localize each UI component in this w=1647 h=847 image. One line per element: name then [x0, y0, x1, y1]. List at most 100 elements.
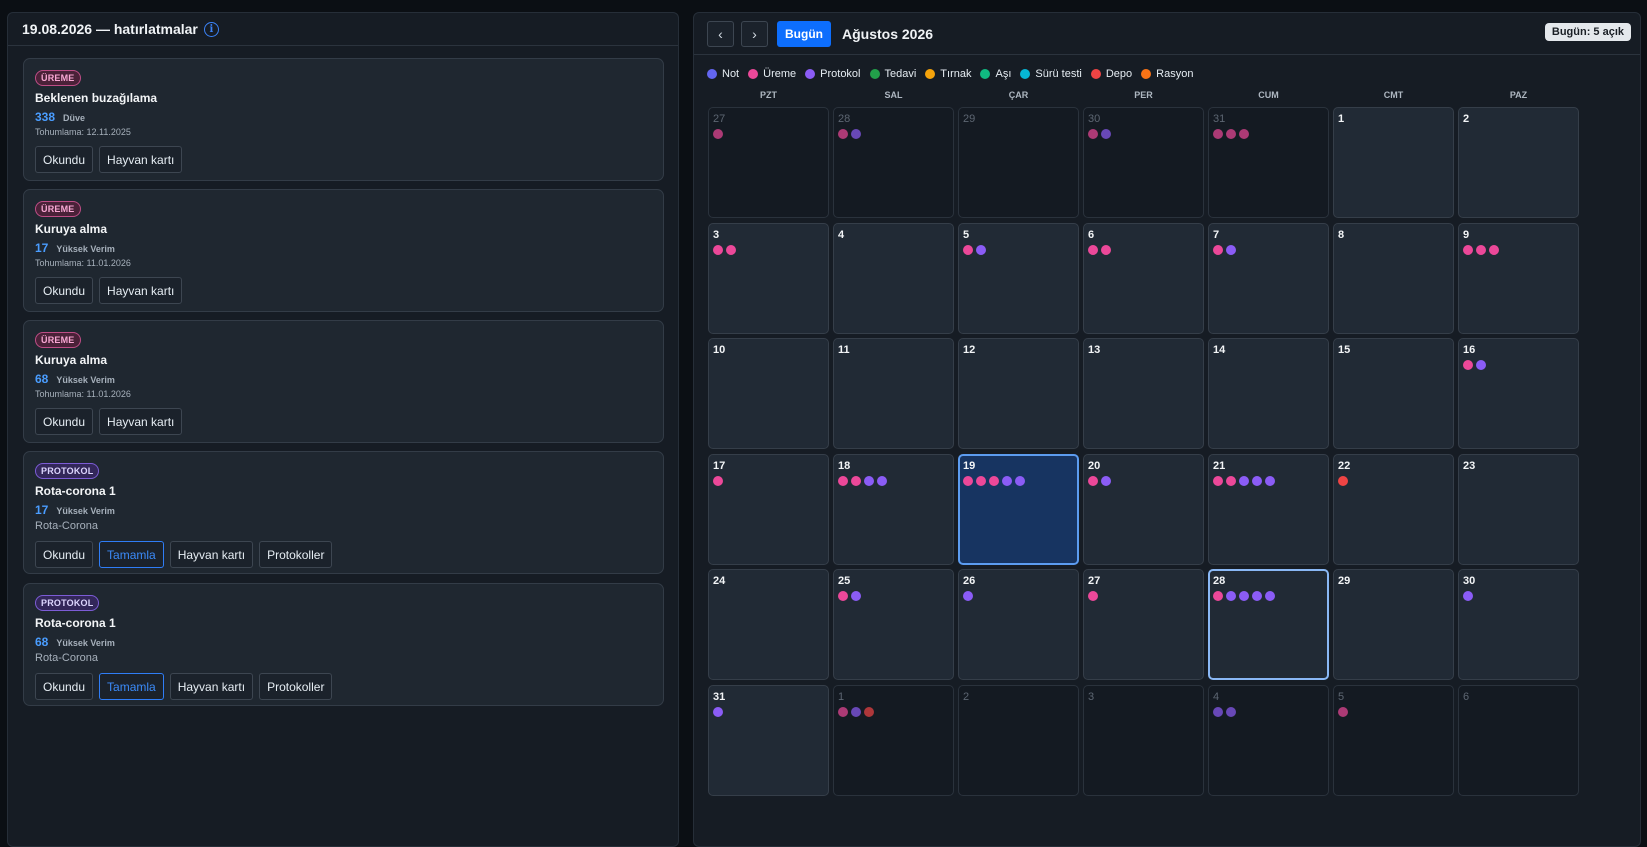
- hayvan-karti-button[interactable]: Hayvan kartı: [169, 541, 254, 568]
- day-cell[interactable]: 31: [1208, 107, 1329, 218]
- day-cell[interactable]: 29: [1333, 569, 1454, 680]
- category-badge: PROTOKOL: [35, 595, 100, 611]
- day-cell[interactable]: 27: [708, 107, 829, 218]
- event-dot-ureme: [963, 245, 973, 255]
- today-button[interactable]: Bugün: [777, 20, 831, 47]
- day-cell[interactable]: 24: [708, 569, 829, 680]
- day-cell[interactable]: 4: [833, 223, 954, 334]
- animal-id-link[interactable]: 17: [35, 241, 48, 255]
- reminder-detail: Tohumlama: 11.01.2026: [35, 258, 131, 268]
- animal-info: 338 Düve: [35, 110, 652, 124]
- day-cell[interactable]: 2: [958, 685, 1079, 796]
- day-cell[interactable]: 23: [1458, 454, 1579, 565]
- event-dot-ureme: [713, 476, 723, 486]
- event-dots: [963, 476, 1074, 486]
- protokoller-button[interactable]: Protokoller: [259, 541, 333, 568]
- chevron-left-icon: ‹: [718, 25, 723, 42]
- day-cell[interactable]: 16: [1458, 338, 1579, 449]
- day-cell-today[interactable]: 19: [958, 454, 1079, 565]
- event-dots: [713, 129, 824, 139]
- day-cell[interactable]: 12: [958, 338, 1079, 449]
- day-number: 16: [1463, 344, 1476, 356]
- day-cell[interactable]: 9: [1458, 223, 1579, 334]
- okundu-button[interactable]: Okundu: [35, 541, 94, 568]
- okundu-button[interactable]: Okundu: [35, 673, 94, 700]
- day-cell[interactable]: 31: [708, 685, 829, 796]
- day-number: 2: [963, 691, 970, 703]
- day-cell[interactable]: 15: [1333, 338, 1454, 449]
- day-number: 6: [1088, 229, 1095, 241]
- day-cell[interactable]: 28: [1208, 569, 1329, 680]
- day-cell[interactable]: 3: [1083, 685, 1204, 796]
- day-cell[interactable]: 10: [708, 338, 829, 449]
- next-month-button[interactable]: ›: [741, 20, 768, 47]
- day-cell[interactable]: 30: [1083, 107, 1204, 218]
- day-number: 3: [713, 229, 720, 241]
- animal-id-link[interactable]: 17: [35, 503, 48, 517]
- day-cell[interactable]: 13: [1083, 338, 1204, 449]
- day-number: 30: [1088, 113, 1101, 125]
- day-cell[interactable]: 6: [1083, 223, 1204, 334]
- event-dot-protokol: [851, 591, 861, 601]
- day-number: 11: [838, 344, 850, 356]
- tamamla-button[interactable]: Tamamla: [99, 673, 164, 700]
- animal-id-link[interactable]: 68: [35, 635, 48, 649]
- animal-group: Yüksek Verim: [56, 506, 115, 516]
- animal-group: Düve: [63, 113, 86, 123]
- hayvan-karti-button[interactable]: Hayvan kartı: [169, 673, 254, 700]
- day-cell[interactable]: 27: [1083, 569, 1204, 680]
- hayvan-karti-button[interactable]: Hayvan kartı: [99, 277, 183, 304]
- day-cell[interactable]: 2: [1458, 107, 1579, 218]
- prev-month-button[interactable]: ‹: [707, 20, 734, 47]
- event-dot-ureme: [1463, 245, 1473, 255]
- category-badge: ÜREME: [35, 70, 81, 86]
- day-cell[interactable]: 3: [708, 223, 829, 334]
- day-cell[interactable]: 11: [833, 338, 954, 449]
- tamamla-button[interactable]: Tamamla: [99, 541, 164, 568]
- day-number: 20: [1088, 460, 1101, 472]
- event-dot-ureme: [963, 476, 973, 486]
- day-cell[interactable]: 26: [958, 569, 1079, 680]
- day-number: 15: [1338, 344, 1351, 356]
- okundu-button[interactable]: Okundu: [35, 146, 94, 173]
- day-cell[interactable]: 18: [833, 454, 954, 565]
- animal-info: 17 Yüksek Verim: [35, 241, 652, 255]
- event-dots: [713, 245, 824, 255]
- day-cell[interactable]: 25: [833, 569, 954, 680]
- day-cell[interactable]: 6: [1458, 685, 1579, 796]
- day-cell[interactable]: 7: [1208, 223, 1329, 334]
- day-cell[interactable]: 21: [1208, 454, 1329, 565]
- day-cell[interactable]: 1: [833, 685, 954, 796]
- event-dot-ureme: [1101, 245, 1111, 255]
- day-number: 31: [1213, 113, 1226, 125]
- hayvan-karti-button[interactable]: Hayvan kartı: [99, 146, 183, 173]
- day-cell[interactable]: 29: [958, 107, 1079, 218]
- info-icon[interactable]: i: [203, 21, 219, 37]
- weekday-label: SAL: [884, 90, 903, 100]
- okundu-button[interactable]: Okundu: [35, 408, 94, 435]
- reminder-detail: Tohumlama: 12.11.2025: [35, 127, 131, 137]
- day-cell[interactable]: 22: [1333, 454, 1454, 565]
- day-cell[interactable]: 5: [958, 223, 1079, 334]
- day-cell[interactable]: 30: [1458, 569, 1579, 680]
- event-dot-protokol: [1265, 591, 1275, 601]
- day-cell[interactable]: 28: [833, 107, 954, 218]
- day-cell[interactable]: 5: [1333, 685, 1454, 796]
- event-dots: [713, 476, 824, 486]
- day-cell[interactable]: 20: [1083, 454, 1204, 565]
- animal-id-link[interactable]: 338: [35, 110, 55, 124]
- day-cell[interactable]: 17: [708, 454, 829, 565]
- day-cell[interactable]: 4: [1208, 685, 1329, 796]
- okundu-button[interactable]: Okundu: [35, 277, 94, 304]
- hayvan-karti-button[interactable]: Hayvan kartı: [99, 408, 183, 435]
- legend-item: Protokol: [805, 68, 861, 80]
- protokoller-button[interactable]: Protokoller: [259, 673, 333, 700]
- day-cell[interactable]: 14: [1208, 338, 1329, 449]
- event-dot-protokol: [963, 591, 973, 601]
- animal-id-link[interactable]: 68: [35, 372, 48, 386]
- event-dot-protokol: [1101, 129, 1111, 139]
- day-number: 14: [1213, 344, 1226, 356]
- day-number: 30: [1463, 575, 1476, 587]
- day-cell[interactable]: 8: [1333, 223, 1454, 334]
- day-cell[interactable]: 1: [1333, 107, 1454, 218]
